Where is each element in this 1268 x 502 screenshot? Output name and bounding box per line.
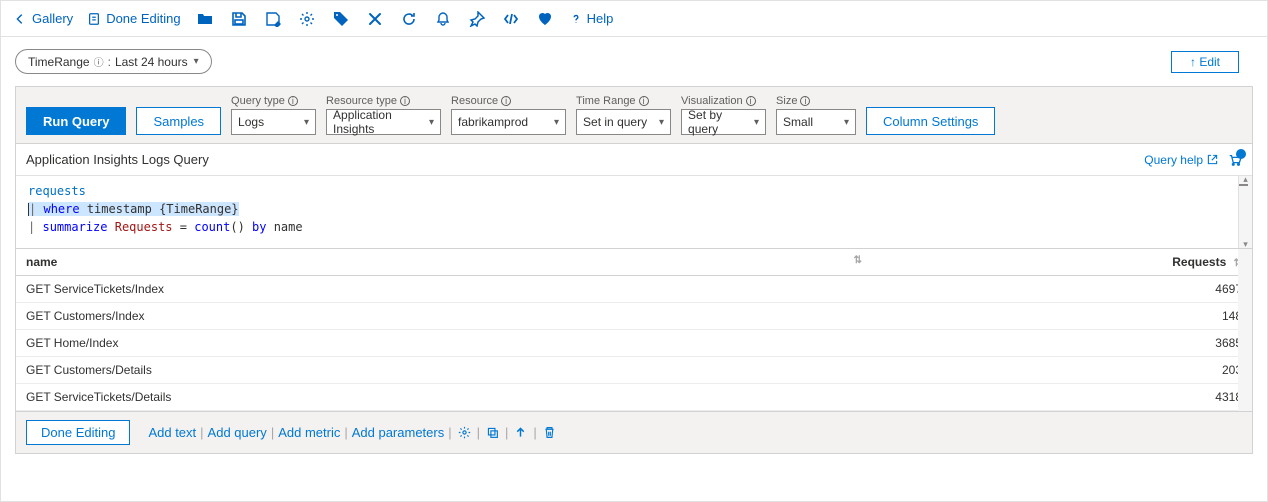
- resource-label: Resource i: [451, 95, 566, 107]
- add-query-link[interactable]: Add query: [208, 425, 267, 440]
- cell-requests: 148: [1132, 303, 1252, 330]
- done-editing-icon: [87, 12, 101, 26]
- cell-name: GET ServiceTickets/Details: [16, 384, 1132, 411]
- add-metric-link[interactable]: Add metric: [278, 425, 340, 440]
- resource-select[interactable]: fabrikamprod ▾: [451, 109, 566, 135]
- info-icon: i: [746, 96, 756, 106]
- cell-name: GET Customers/Details: [16, 357, 1132, 384]
- back-arrow-icon: [13, 12, 27, 26]
- tag-icon[interactable]: [331, 9, 351, 29]
- table-row[interactable]: GET Home/Index3685: [16, 330, 1252, 357]
- visualization-select[interactable]: Set by query ▾: [681, 109, 766, 135]
- move-up-icon[interactable]: [512, 426, 529, 439]
- table-row[interactable]: GET ServiceTickets/Index4697: [16, 276, 1252, 303]
- info-icon: i: [400, 96, 410, 106]
- sort-icon: ⇅: [854, 255, 862, 266]
- query-type-label: Query type i: [231, 95, 316, 107]
- table-scrollbar[interactable]: [1238, 249, 1252, 411]
- workbook-toolbar: Gallery Done Editing H: [1, 1, 1267, 37]
- results-table: name ⇅ Requests ⇅ GET ServiceTickets/Ind…: [16, 249, 1252, 411]
- clone-icon[interactable]: [484, 426, 501, 439]
- time-range-label: Time Range i: [576, 95, 671, 107]
- resource-type-select[interactable]: Application Insights ▾: [326, 109, 441, 135]
- cell-name: GET Home/Index: [16, 330, 1132, 357]
- external-link-icon: [1207, 154, 1218, 165]
- size-label: Size i: [776, 95, 856, 107]
- gallery-link[interactable]: Gallery: [13, 11, 73, 26]
- editor-table-token: requests: [28, 184, 86, 198]
- cart-badge: [1236, 149, 1246, 159]
- info-icon: ⓘ: [94, 54, 104, 69]
- done-editing-top-label: Done Editing: [106, 11, 180, 26]
- chevron-down-icon: ▾: [554, 117, 559, 128]
- table-row[interactable]: GET Customers/Index148: [16, 303, 1252, 330]
- timerange-pill-value: Last 24 hours: [115, 55, 188, 69]
- code-icon[interactable]: [501, 9, 521, 29]
- cart-icon[interactable]: [1228, 153, 1242, 167]
- query-editor[interactable]: requests | where timestamp {TimeRange} |…: [16, 176, 1252, 248]
- cell-requests: 4318: [1132, 384, 1252, 411]
- cell-requests: 203: [1132, 357, 1252, 384]
- cell-requests: 3685: [1132, 330, 1252, 357]
- query-controls-bar: Run Query Samples Query type i Logs ▾ Re…: [16, 87, 1252, 144]
- gallery-label: Gallery: [32, 11, 73, 26]
- settings-icon[interactable]: [297, 9, 317, 29]
- info-icon: i: [288, 96, 298, 106]
- table-row[interactable]: GET Customers/Details203: [16, 357, 1252, 384]
- query-title: Application Insights Logs Query: [26, 152, 209, 167]
- cell-name: GET Customers/Index: [16, 303, 1132, 330]
- heart-icon[interactable]: [535, 9, 555, 29]
- query-title-row: Application Insights Logs Query Query he…: [16, 144, 1252, 175]
- time-range-select[interactable]: Set in query ▾: [576, 109, 671, 135]
- column-header-name[interactable]: name ⇅: [16, 249, 1132, 276]
- query-editor-wrap: requests | where timestamp {TimeRange} |…: [16, 175, 1252, 248]
- undo-icon[interactable]: [365, 9, 385, 29]
- chevron-down-icon: ▾: [304, 117, 309, 128]
- open-icon[interactable]: [195, 9, 215, 29]
- info-icon: i: [800, 96, 810, 106]
- chevron-down-icon: ▾: [844, 117, 849, 128]
- done-editing-bottom[interactable]: Done Editing: [26, 420, 130, 445]
- help-icon: [569, 12, 583, 26]
- chevron-down-icon: ▾: [754, 117, 759, 128]
- size-select[interactable]: Small ▾: [776, 109, 856, 135]
- help-link[interactable]: Help: [569, 11, 614, 26]
- info-icon: i: [639, 96, 649, 106]
- samples-button[interactable]: Samples: [136, 107, 221, 135]
- resource-type-label: Resource type i: [326, 95, 441, 107]
- visualization-label: Visualization i: [681, 95, 766, 107]
- column-header-requests[interactable]: Requests ⇅: [1132, 249, 1252, 276]
- column-settings-button[interactable]: Column Settings: [866, 107, 995, 135]
- run-query-button[interactable]: Run Query: [26, 107, 126, 135]
- chevron-down-icon: ▾: [194, 56, 199, 67]
- help-label: Help: [587, 11, 614, 26]
- timerange-pill-label: TimeRange: [28, 55, 90, 69]
- info-icon: i: [501, 96, 511, 106]
- pin-icon[interactable]: [467, 9, 487, 29]
- edit-button[interactable]: ↑ Edit: [1171, 51, 1239, 73]
- chevron-down-icon: ▾: [659, 117, 664, 128]
- refresh-icon[interactable]: [399, 9, 419, 29]
- results-table-panel: name ⇅ Requests ⇅ GET ServiceTickets/Ind…: [15, 249, 1253, 412]
- save-as-icon[interactable]: [263, 9, 283, 29]
- delete-icon[interactable]: [541, 426, 558, 439]
- chevron-down-icon: ▾: [429, 117, 434, 128]
- cell-requests: 4697: [1132, 276, 1252, 303]
- timerange-parameter-pill[interactable]: TimeRange ⓘ : Last 24 hours ▾: [15, 49, 212, 74]
- add-text-link[interactable]: Add text: [148, 425, 196, 440]
- editor-scrollbar[interactable]: ▴ ▾: [1238, 176, 1252, 248]
- query-type-select[interactable]: Logs ▾: [231, 109, 316, 135]
- query-step-panel: Run Query Samples Query type i Logs ▾ Re…: [15, 86, 1253, 249]
- table-row[interactable]: GET ServiceTickets/Details4318: [16, 384, 1252, 411]
- add-parameters-link[interactable]: Add parameters: [352, 425, 445, 440]
- cell-name: GET ServiceTickets/Index: [16, 276, 1132, 303]
- done-editing-top[interactable]: Done Editing: [87, 11, 180, 26]
- query-help-link[interactable]: Query help: [1144, 153, 1218, 167]
- parameter-row: TimeRange ⓘ : Last 24 hours ▾ ↑ Edit: [1, 37, 1267, 86]
- step-footer: Done Editing Add text | Add query | Add …: [15, 412, 1253, 454]
- alert-icon[interactable]: [433, 9, 453, 29]
- save-icon[interactable]: [229, 9, 249, 29]
- gear-icon[interactable]: [456, 426, 473, 439]
